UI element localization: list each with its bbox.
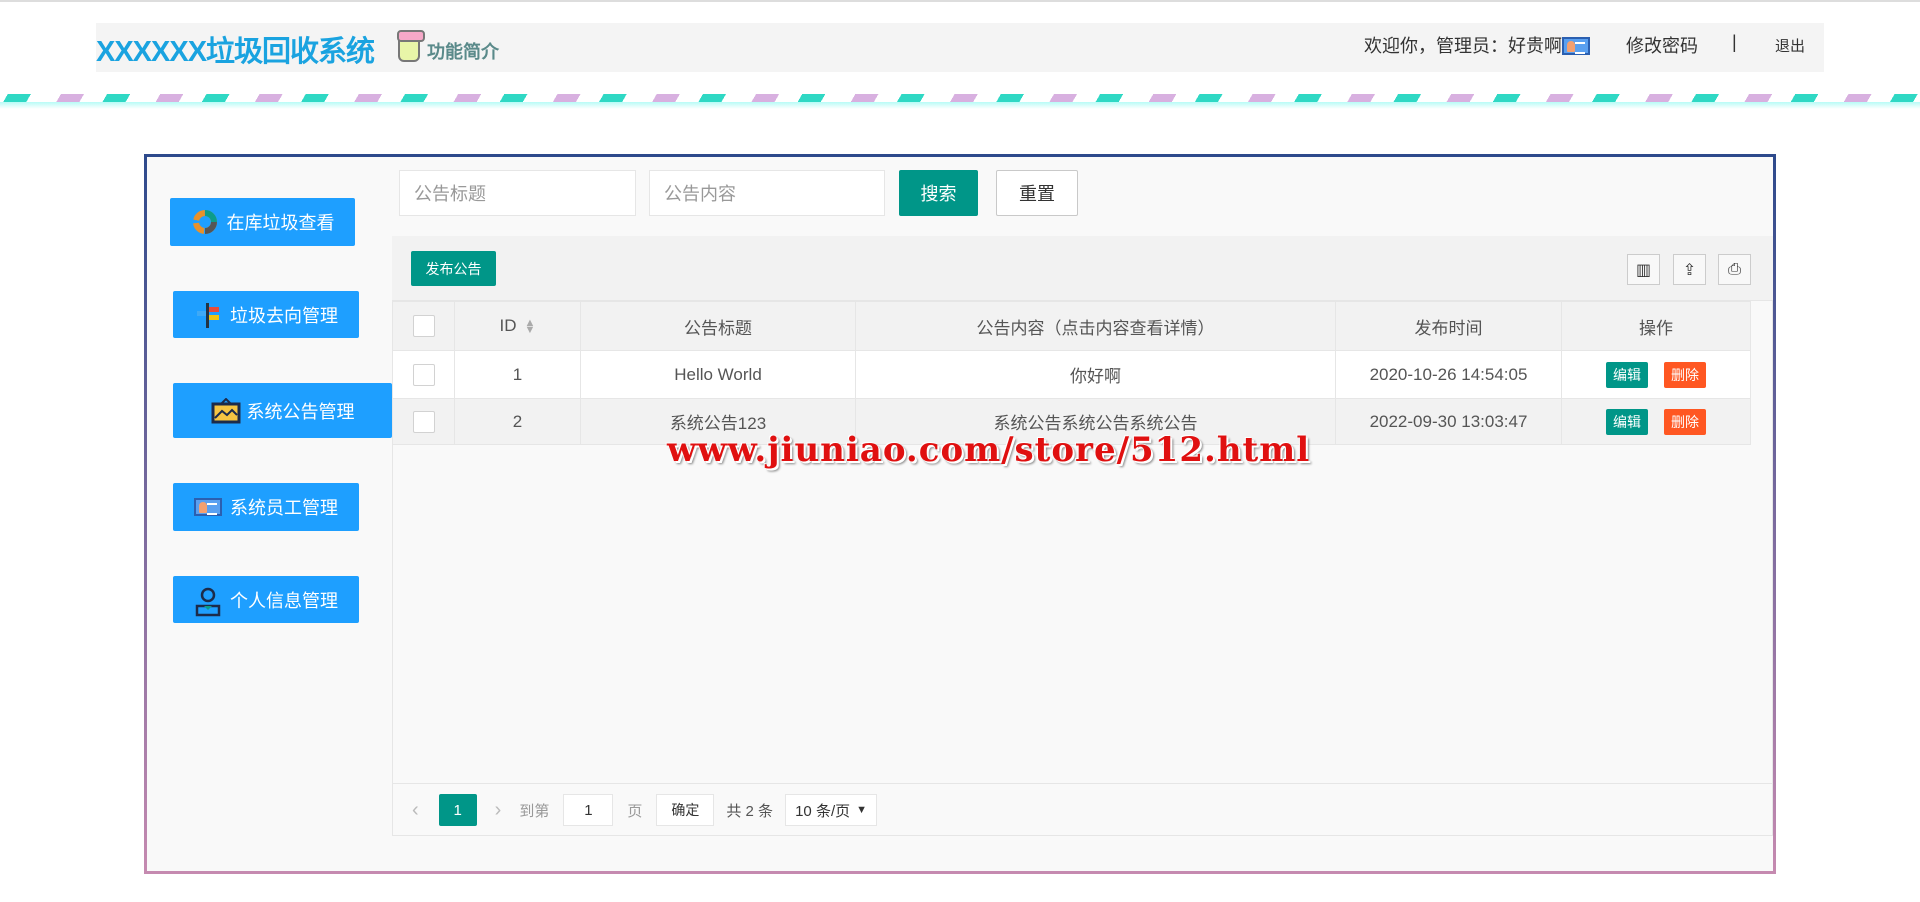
- delete-button[interactable]: 删除: [1664, 361, 1706, 388]
- reset-button[interactable]: 重置: [996, 170, 1078, 216]
- sidebar-item-staff[interactable]: 系统员工管理: [173, 483, 359, 531]
- row-checkbox[interactable]: [412, 410, 435, 433]
- sidebar-item-notice[interactable]: 系统公告管理: [173, 383, 392, 438]
- pagination: ‹ 1 › 到第 1 页 确定 共 2 条 10 条/页 ▼: [392, 783, 1773, 836]
- cell-time: 2022-09-30 13:03:47: [1335, 398, 1562, 445]
- table-header-row: ID ▲ ▼ 公告标题 公告内容（点击内容查看详情） 发布时间 操作: [392, 301, 1751, 351]
- notice-table: ID ▲ ▼ 公告标题 公告内容（点击内容查看详情） 发布时间 操作 1 Hello…: [392, 301, 1751, 445]
- page-unit-label: 页: [627, 802, 643, 820]
- publish-notice-button[interactable]: 发布公告: [411, 251, 496, 286]
- app-title: XXXXXX垃圾回收系统: [96, 36, 375, 68]
- change-password-link[interactable]: 修改密码: [1626, 32, 1698, 58]
- row-select-cell: [392, 350, 455, 399]
- id-card-icon: [1562, 37, 1590, 55]
- column-header-time: 发布时间: [1335, 301, 1562, 351]
- goto-page-input[interactable]: 1: [563, 794, 614, 826]
- sidebar-item-label: 系统公告管理: [246, 401, 355, 422]
- id-card-icon: [194, 498, 222, 516]
- decorative-stripe: [0, 94, 1920, 102]
- edit-button[interactable]: 编辑: [1606, 361, 1648, 388]
- cup-icon: [397, 30, 425, 62]
- column-header-actions: 操作: [1561, 301, 1751, 351]
- print-icon[interactable]: ⎙: [1718, 254, 1751, 285]
- row-checkbox[interactable]: [412, 363, 435, 386]
- total-count: 共 2 条: [726, 802, 774, 820]
- decorative-glow: [0, 102, 1920, 109]
- sidebar-item-label: 在库垃圾查看: [226, 213, 335, 233]
- sidebar-item-inventory[interactable]: 在库垃圾查看: [170, 198, 355, 246]
- goto-confirm-button[interactable]: 确定: [656, 794, 715, 826]
- header-separator: |: [1732, 32, 1737, 52]
- export-icon[interactable]: ⇪: [1673, 254, 1706, 285]
- column-header-title: 公告标题: [580, 301, 856, 351]
- page-1-button[interactable]: 1: [438, 794, 477, 826]
- table-toolbar: [392, 236, 1773, 301]
- cell-actions: 编辑 删除: [1561, 350, 1751, 399]
- search-button[interactable]: 搜索: [899, 170, 978, 216]
- columns-icon[interactable]: ▥: [1627, 254, 1660, 285]
- notice-title-search-input[interactable]: 公告标题: [399, 170, 636, 216]
- cell-id: 1: [454, 350, 581, 399]
- intro-link[interactable]: 功能简介: [427, 38, 499, 64]
- sidebar-item-destination[interactable]: 垃圾去向管理: [173, 291, 359, 338]
- cell-id: 2: [454, 398, 581, 445]
- next-page-icon[interactable]: ›: [495, 799, 502, 822]
- sidebar-item-profile[interactable]: 个人信息管理: [173, 576, 359, 623]
- welcome-text: 欢迎你，管理员：好贵啊: [1364, 32, 1590, 58]
- delete-button[interactable]: 删除: [1664, 408, 1706, 435]
- select-all-cell: [392, 301, 455, 351]
- cell-actions: 编辑 删除: [1561, 398, 1751, 445]
- welcome-label: 欢迎你，管理员：好贵啊: [1364, 36, 1562, 56]
- sidebar-item-label: 系统员工管理: [230, 498, 338, 518]
- row-select-cell: [392, 398, 455, 445]
- edit-button[interactable]: 编辑: [1606, 408, 1648, 435]
- signpost-icon: [194, 302, 222, 328]
- page-size-select[interactable]: 10 条/页 ▼: [785, 794, 878, 826]
- notice-content-search-input[interactable]: 公告内容: [649, 170, 885, 216]
- notice-board-icon: [211, 397, 240, 424]
- sidebar-item-label: 垃圾去向管理: [230, 305, 338, 326]
- goto-label: 到第: [519, 802, 550, 820]
- table-row: 1 Hello World 你好啊 2020-10-26 14:54:05 编辑…: [392, 350, 1751, 399]
- cell-content[interactable]: 你好啊: [855, 350, 1336, 399]
- prev-page-icon[interactable]: ‹: [412, 799, 419, 822]
- sort-icon[interactable]: ▲ ▼: [525, 317, 536, 335]
- chevron-down-icon: ▼: [856, 804, 868, 816]
- user-icon: [194, 587, 222, 616]
- column-header-id[interactable]: ID ▲ ▼: [454, 301, 581, 351]
- cell-title: Hello World: [580, 350, 856, 399]
- page-size-value: 10 条/页: [795, 802, 851, 820]
- select-all-checkbox[interactable]: [412, 315, 435, 337]
- recycle-icon: [191, 209, 219, 235]
- sidebar-item-label: 个人信息管理: [230, 590, 338, 611]
- cell-time: 2020-10-26 14:54:05: [1335, 350, 1562, 399]
- column-label: ID: [499, 316, 517, 335]
- logout-link[interactable]: 退出: [1775, 35, 1805, 56]
- watermark-text: www.jiuniao.com/store/512.html: [667, 430, 1311, 470]
- column-header-content: 公告内容（点击内容查看详情）: [855, 301, 1336, 351]
